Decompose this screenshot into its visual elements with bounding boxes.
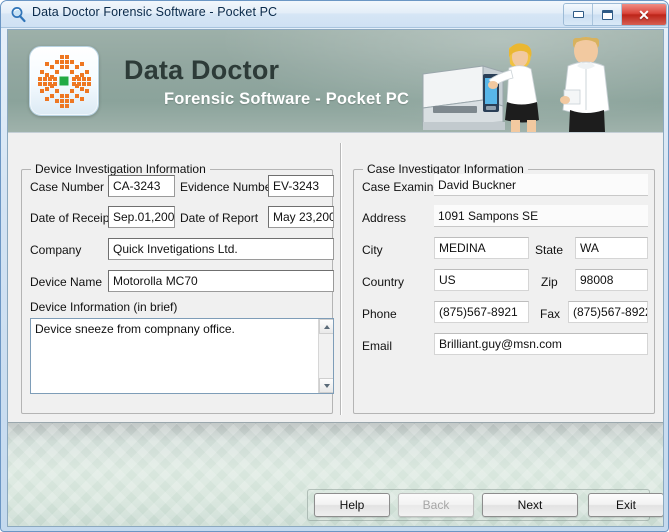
maximize-button[interactable] xyxy=(593,4,622,25)
help-button[interactable]: Help xyxy=(314,493,390,517)
forensic-lab-illustration-icon xyxy=(422,37,610,132)
magnifier-icon xyxy=(11,7,26,23)
evidence-number-input[interactable]: EV-3243 xyxy=(268,175,334,197)
back-button[interactable]: Back xyxy=(398,493,474,517)
case-examiner-label: Case Examiner xyxy=(362,180,445,194)
city-input[interactable]: MEDINA xyxy=(434,237,529,259)
state-label: State xyxy=(535,243,564,257)
close-icon: ✕ xyxy=(638,6,650,23)
company-label: Company xyxy=(30,243,82,257)
form-body: Device Investigation Information Case Nu… xyxy=(8,132,663,423)
case-examiner-input[interactable]: David Buckner xyxy=(434,174,648,196)
date-of-receipt-input[interactable]: Sep.01,2007 xyxy=(108,206,175,228)
fax-input[interactable]: (875)567-8922 xyxy=(568,301,648,323)
pixel-starburst-logo-icon xyxy=(38,55,91,108)
brand-tagline: Forensic Software - Pocket PC xyxy=(164,90,410,108)
email-input[interactable]: Brilliant.guy@msn.com xyxy=(434,333,648,355)
device-investigation-legend: Device Investigation Information xyxy=(31,162,210,176)
company-input[interactable]: Quick Invetigations Ltd. xyxy=(108,238,334,260)
minimize-icon xyxy=(572,11,584,18)
address-input[interactable]: 1091 Sampons SE xyxy=(434,205,648,227)
phone-label: Phone xyxy=(362,307,397,321)
maximize-icon xyxy=(601,9,613,20)
fax-label: Fax xyxy=(540,307,561,321)
scroll-down-button[interactable] xyxy=(319,378,333,393)
device-information-textarea[interactable]: Device sneeze from compnany office. xyxy=(30,318,334,394)
zip-input[interactable]: 98008 xyxy=(575,269,648,291)
device-information-label: Device Information (in brief) xyxy=(30,300,178,314)
chevron-down-icon xyxy=(323,383,330,388)
application-window: Data Doctor Forensic Software - Pocket P… xyxy=(0,0,669,532)
date-of-report-input[interactable]: May 23,2008 xyxy=(268,206,334,228)
app-logo xyxy=(29,46,99,116)
chevron-up-icon xyxy=(323,324,330,329)
panel-divider xyxy=(340,143,342,415)
device-name-input[interactable]: Motorolla MC70 xyxy=(108,270,334,292)
minimize-button[interactable] xyxy=(564,4,593,25)
state-input[interactable]: WA xyxy=(575,237,648,259)
country-input[interactable]: US xyxy=(434,269,529,291)
date-of-receipt-label: Date of Receipt xyxy=(30,211,113,225)
scroll-up-button[interactable] xyxy=(319,319,333,334)
app-banner: Data Doctor Forensic Software - Pocket P… xyxy=(8,30,663,132)
country-label: Country xyxy=(362,275,405,289)
brand-title: Data Doctor xyxy=(124,55,280,85)
city-label: City xyxy=(362,243,383,257)
case-number-label: Case Number xyxy=(30,180,105,194)
date-of-report-label: Date of Report xyxy=(180,211,259,225)
device-name-label: Device Name xyxy=(30,275,103,289)
exit-button[interactable]: Exit xyxy=(588,493,663,517)
window-controls: ✕ xyxy=(563,3,667,26)
window-title: Data Doctor Forensic Software - Pocket P… xyxy=(32,5,278,19)
phone-input[interactable]: (875)567-8921 xyxy=(434,301,529,323)
zip-label: Zip xyxy=(541,275,558,289)
textarea-scrollbar[interactable] xyxy=(318,319,333,393)
evidence-number-label: Evidence Number xyxy=(180,180,276,194)
next-button[interactable]: Next xyxy=(482,493,578,517)
client-area: Data Doctor Forensic Software - Pocket P… xyxy=(7,29,664,527)
button-bar: Help Back Next Exit xyxy=(307,489,663,521)
footer-area: Help Back Next Exit xyxy=(8,422,663,526)
email-label: Email xyxy=(362,339,393,353)
case-number-input[interactable]: CA-3243 xyxy=(108,175,175,197)
device-information-text: Device sneeze from compnany office. xyxy=(35,322,235,336)
address-label: Address xyxy=(362,211,407,225)
close-button[interactable]: ✕ xyxy=(622,4,666,25)
title-bar: Data Doctor Forensic Software - Pocket P… xyxy=(1,1,668,28)
